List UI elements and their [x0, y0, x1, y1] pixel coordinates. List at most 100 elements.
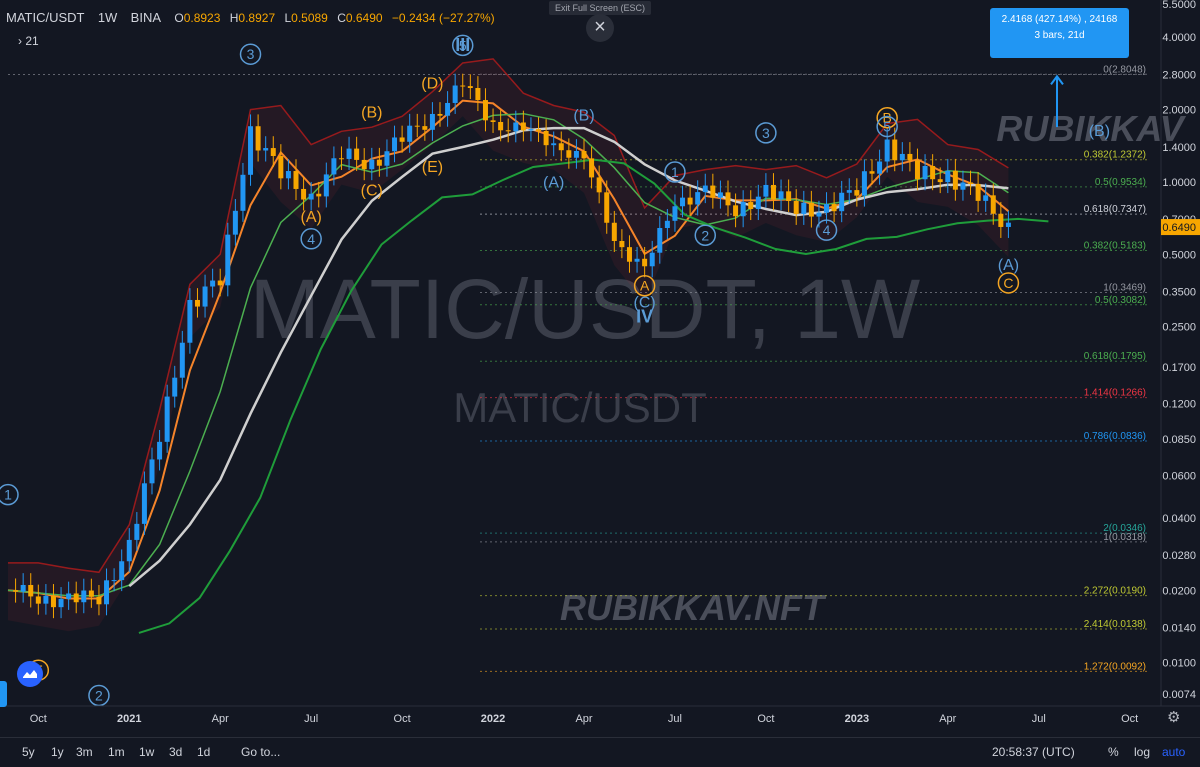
candle-body [543, 130, 549, 146]
candle-body [702, 185, 708, 193]
fib-level-label: 0.618(0.1795) [1084, 351, 1146, 362]
log-scale-toggle[interactable]: log [1134, 745, 1150, 759]
fib-level-label: 1.272(0.0092) [1084, 661, 1146, 672]
candle-body [1005, 222, 1011, 227]
x-tick-label: Oct [1121, 713, 1138, 725]
fib-level-label: 0.5(0.9534) [1095, 177, 1146, 188]
candle-body [755, 196, 761, 210]
range-1m[interactable]: 1m [108, 745, 125, 759]
candle-body [437, 113, 443, 116]
wave-label: A [640, 278, 650, 294]
fib-level-label: 2.272(0.0190) [1084, 586, 1146, 597]
ohlc-open-key: O [174, 11, 184, 25]
close-icon[interactable]: × [586, 14, 614, 42]
candle-body [861, 171, 867, 196]
candle-body [816, 212, 822, 217]
range-5y[interactable]: 5y [22, 745, 35, 759]
ohlc-close-value: 0.6490 [345, 11, 383, 25]
candle-body [240, 174, 246, 211]
exit-fullscreen-hint[interactable]: Exit Full Screen (ESC) [549, 1, 652, 15]
range-1d[interactable]: 1d [197, 745, 210, 759]
percent-scale-toggle[interactable]: % [1108, 745, 1119, 759]
range-1y[interactable]: 1y [51, 745, 64, 759]
candle-body [899, 153, 905, 161]
left-panel-toggle[interactable] [0, 681, 7, 707]
interval-label[interactable]: 1W [98, 10, 118, 25]
candle-body [460, 85, 466, 87]
symbol-name[interactable]: MATIC/USDT [6, 10, 84, 25]
candle-body [445, 102, 451, 116]
fib-level-label: 0.382(0.5183) [1084, 241, 1146, 252]
y-tick-label: 0.1200 [1162, 398, 1196, 410]
candle-body [998, 213, 1004, 227]
candle-body [793, 201, 799, 214]
utc-clock[interactable]: 20:58:37 (UTC) [992, 745, 1075, 759]
candle-body [687, 197, 693, 205]
candle-body [733, 205, 739, 217]
candle-body [960, 182, 966, 190]
candle-body [952, 170, 958, 190]
range-3m[interactable]: 3m [76, 745, 93, 759]
ohlc-close-key: C [337, 11, 346, 25]
candle-body [157, 441, 163, 460]
fib-level-label: 1(0.0318) [1103, 532, 1146, 543]
candle-body [179, 342, 185, 378]
wave-label: 2 [701, 227, 709, 243]
candle-body [194, 299, 200, 307]
bottom-toolbar: 5y 1y 3m 1m 1w 3d 1d Go to... 20:58:37 (… [0, 737, 1200, 767]
wave-label: 4 [823, 222, 831, 238]
candle-body [331, 158, 337, 175]
candle-body [664, 220, 670, 229]
ohlc-low-value: 0.5089 [291, 11, 328, 25]
y-tick-label: 0.5000 [1162, 249, 1196, 261]
candle-body [589, 158, 595, 178]
candle-body [945, 170, 951, 183]
candle-body [824, 204, 830, 213]
range-3d[interactable]: 3d [169, 745, 182, 759]
measure-line-1: 2.4168 (427.14%) , 24168 [1001, 14, 1118, 25]
candle-body [581, 150, 587, 159]
candle-body [642, 258, 648, 267]
y-tick-label: 2.8000 [1162, 69, 1196, 81]
candle-body [278, 155, 284, 179]
candle-body [801, 202, 807, 214]
y-tick-label: 0.0200 [1162, 585, 1196, 597]
y-tick-label: 0.1700 [1162, 362, 1196, 374]
candle-body [786, 191, 792, 202]
candle-body [619, 240, 625, 248]
candle-body [43, 595, 49, 604]
y-tick-label: 0.0140 [1162, 623, 1196, 635]
candle-body [202, 286, 208, 307]
candle-body [482, 100, 488, 121]
y-tick-label: 0.0280 [1162, 550, 1196, 562]
candle-body [566, 150, 572, 158]
candle-body [968, 182, 974, 184]
gear-icon[interactable]: ⚙ [1167, 708, 1180, 726]
candle-body [263, 148, 269, 151]
watermark-small: MATIC/USDT [453, 384, 707, 431]
goto-date-button[interactable]: Go to... [241, 745, 280, 759]
auto-scale-toggle[interactable]: auto [1162, 745, 1185, 759]
fib-level-label: 1.414(0.1266) [1084, 388, 1146, 399]
fib-level-label: 2.414(0.0138) [1084, 619, 1146, 630]
tradingview-logo-icon[interactable] [17, 661, 43, 687]
range-1w[interactable]: 1w [139, 745, 154, 759]
candle-body [255, 126, 261, 151]
indicators-toggle[interactable]: › 21 [18, 34, 39, 48]
wave-label: (B) [573, 108, 594, 125]
candle-body [73, 593, 79, 603]
y-tick-label: 0.3500 [1162, 287, 1196, 299]
candle-body [141, 483, 147, 524]
candle-body [907, 153, 913, 161]
wave-label: 3 [762, 125, 770, 141]
measure-tooltip: 2.4168 (427.14%) , 24168 3 bars, 21d [990, 8, 1129, 58]
x-tick-label: Jul [304, 713, 318, 725]
price-chart[interactable]: MATIC/USDT, 1WMATIC/USDTRUBIKKAVRUBIKKAV… [0, 0, 1200, 766]
y-tick-label: 2.0000 [1162, 105, 1196, 117]
candle-body [301, 188, 307, 200]
candle-body [725, 192, 731, 206]
y-tick-label: 0.0074 [1162, 689, 1196, 701]
candle-body [308, 193, 314, 200]
x-tick-label: Oct [30, 713, 47, 725]
candle-body [35, 596, 41, 604]
